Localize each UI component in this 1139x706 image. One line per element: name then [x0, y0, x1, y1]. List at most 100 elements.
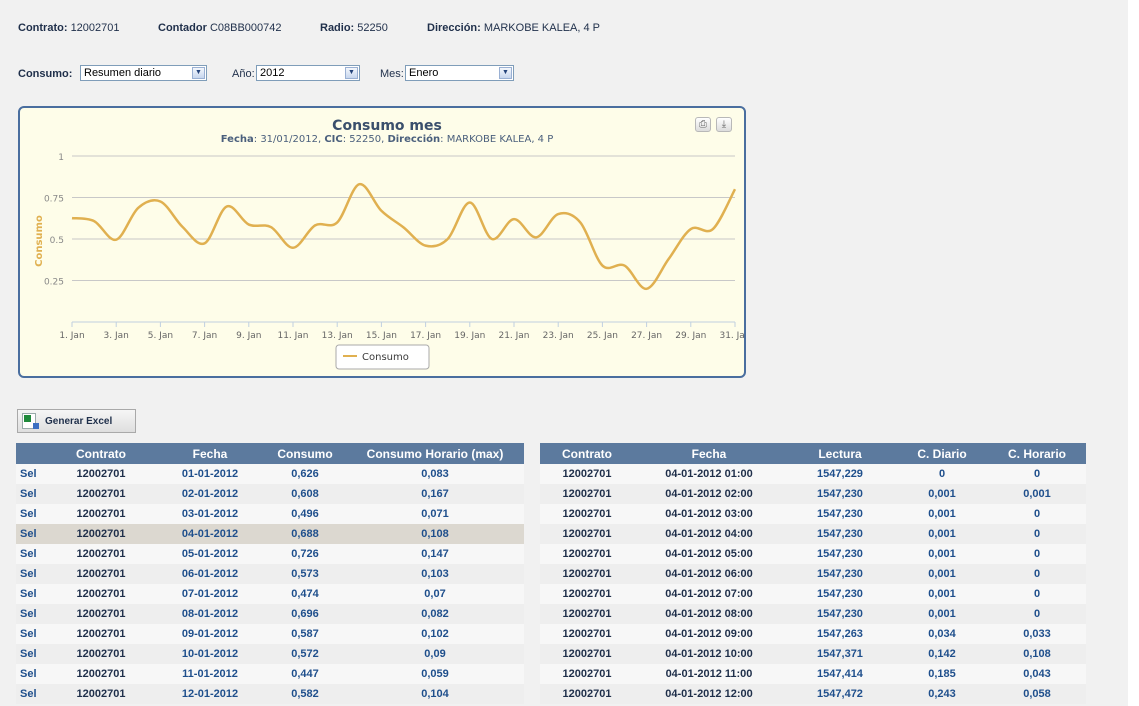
table-cell: 0	[988, 524, 1086, 544]
table-row[interactable]: Sel 12002701 05-01-2012 0,726 0,147	[16, 544, 524, 564]
table-cell: 04-01-2012 01:00	[634, 464, 784, 484]
direccion-info: Dirección: MARKOBE KALEA, 4 P	[427, 22, 600, 34]
column-header[interactable]: Consumo	[264, 443, 346, 464]
table-cell: 0,608	[264, 484, 346, 504]
table-row[interactable]: Sel 12002701 10-01-2012 0,572 0,09	[16, 644, 524, 664]
legend-label[interactable]: Consumo	[362, 352, 409, 363]
x-tick-label: 5. Jan	[148, 331, 173, 341]
chart-ylabel: Consumo	[34, 215, 45, 267]
select-row-link[interactable]: Sel	[16, 464, 46, 484]
table-cell: 0,001	[896, 524, 988, 544]
select-row-link[interactable]: Sel	[16, 624, 46, 644]
select-row-link[interactable]: Sel	[16, 564, 46, 584]
y-tick-label: 1	[58, 153, 64, 163]
table-cell: 0,103	[346, 564, 524, 584]
table-row[interactable]: Sel 12002701 12-01-2012 0,582 0,104	[16, 684, 524, 704]
direccion-value: MARKOBE KALEA, 4 P	[483, 22, 601, 34]
chevron-down-icon[interactable]: ▼	[192, 67, 205, 79]
table-cell: 04-01-2012 06:00	[634, 564, 784, 584]
table-row: 12002701 04-01-2012 09:00 1547,263 0,034 0,0…	[540, 624, 1086, 644]
table-cell: 0,587	[264, 624, 346, 644]
generate-excel-label: Generar Excel	[45, 416, 113, 427]
table-cell: 04-01-2012 09:00	[634, 624, 784, 644]
x-tick-label: 29. Jan	[675, 331, 706, 341]
table-cell: 04-01-2012 12:00	[634, 684, 784, 704]
table-cell: 0,447	[264, 664, 346, 684]
table-cell: 12-01-2012	[156, 684, 264, 704]
select-row-link[interactable]: Sel	[16, 684, 46, 704]
column-header[interactable]: C. Horario	[988, 443, 1086, 464]
table-row: 12002701 04-01-2012 08:00 1547,230 0,001 0	[540, 604, 1086, 624]
table-cell: 0	[988, 544, 1086, 564]
column-header[interactable]: Fecha	[156, 443, 264, 464]
table-cell: 12002701	[540, 564, 634, 584]
column-header[interactable]: Lectura	[784, 443, 896, 464]
column-header[interactable]: Contrato	[46, 443, 156, 464]
column-header[interactable]: Contrato	[540, 443, 634, 464]
select-row-link[interactable]: Sel	[16, 484, 46, 504]
select-row-link[interactable]: Sel	[16, 604, 46, 624]
table-row: 12002701 04-01-2012 02:00 1547,230 0,001 0,0…	[540, 484, 1086, 504]
y-tick-label: 0.75	[44, 195, 64, 205]
subtitle-cic-label: CIC	[324, 134, 342, 145]
mes-filter-label: Mes:	[380, 68, 404, 80]
table-cell: 0,142	[896, 644, 988, 664]
table-row[interactable]: Sel 12002701 07-01-2012 0,474 0,07	[16, 584, 524, 604]
select-row-link[interactable]: Sel	[16, 524, 46, 544]
radio-value: 52250	[357, 22, 388, 34]
table-row[interactable]: Sel 12002701 08-01-2012 0,696 0,082	[16, 604, 524, 624]
table-row[interactable]: Sel 12002701 01-01-2012 0,626 0,083	[16, 464, 524, 484]
select-row-link[interactable]: Sel	[16, 504, 46, 524]
table-cell: 04-01-2012 02:00	[634, 484, 784, 504]
table-cell: 04-01-2012 05:00	[634, 544, 784, 564]
x-tick-label: 31. Jan	[719, 331, 744, 341]
table-row[interactable]: Sel 12002701 02-01-2012 0,608 0,167	[16, 484, 524, 504]
table-cell: 12002701	[540, 504, 634, 524]
x-tick-label: 1. Jan	[59, 331, 84, 341]
table-cell: 12002701	[46, 564, 156, 584]
table-cell: 0,108	[988, 644, 1086, 664]
table-row[interactable]: Sel 12002701 03-01-2012 0,496 0,071	[16, 504, 524, 524]
chevron-down-icon[interactable]: ▼	[499, 67, 512, 79]
table-row: 12002701 04-01-2012 04:00 1547,230 0,001 0	[540, 524, 1086, 544]
table-row[interactable]: Sel 12002701 11-01-2012 0,447 0,059	[16, 664, 524, 684]
table-row[interactable]: Sel 12002701 06-01-2012 0,573 0,103	[16, 564, 524, 584]
direccion-label: Dirección:	[427, 22, 481, 34]
mes-select[interactable]: Enero ▼	[405, 65, 514, 81]
select-row-link[interactable]: Sel	[16, 544, 46, 564]
subtitle-cic-value: : 52250,	[343, 134, 388, 145]
series-line-consumo[interactable]	[71, 182, 737, 291]
column-header[interactable]	[16, 443, 46, 464]
table-cell: 1547,230	[784, 524, 896, 544]
chevron-down-icon[interactable]: ▼	[345, 67, 358, 79]
select-row-link[interactable]: Sel	[16, 644, 46, 664]
contrato-info: Contrato: 12002701	[18, 22, 120, 34]
table-row[interactable]: Sel 12002701 09-01-2012 0,587 0,102	[16, 624, 524, 644]
generate-excel-button[interactable]: Generar Excel	[17, 409, 136, 433]
print-icon: ⎙	[699, 119, 707, 130]
column-header[interactable]: Fecha	[634, 443, 784, 464]
table-cell: 1547,230	[784, 564, 896, 584]
table-row: 12002701 04-01-2012 05:00 1547,230 0,001 0	[540, 544, 1086, 564]
export-button[interactable]: ⤓	[716, 117, 732, 132]
column-header[interactable]: Consumo Horario (max)	[346, 443, 524, 464]
table-cell: 0,108	[346, 524, 524, 544]
table-cell: 1547,230	[784, 604, 896, 624]
select-row-link[interactable]: Sel	[16, 664, 46, 684]
subtitle-fecha-label: Fecha	[221, 134, 254, 145]
table-cell: 1547,230	[784, 484, 896, 504]
print-button[interactable]: ⎙	[695, 117, 711, 132]
table-cell: 12002701	[46, 504, 156, 524]
table-cell: 1547,263	[784, 624, 896, 644]
x-tick-label: 7. Jan	[192, 331, 217, 341]
table-header-row: Contrato Fecha Lectura C. Diario C. Horario	[540, 443, 1086, 464]
column-header[interactable]: C. Diario	[896, 443, 988, 464]
table-cell: 0,001	[896, 504, 988, 524]
table-cell: 09-01-2012	[156, 624, 264, 644]
select-row-link[interactable]: Sel	[16, 584, 46, 604]
table-cell: 12002701	[540, 464, 634, 484]
table-row[interactable]: Sel 12002701 04-01-2012 0,688 0,108	[16, 524, 524, 544]
table-cell: 12002701	[540, 524, 634, 544]
anio-select[interactable]: 2012 ▼	[256, 65, 360, 81]
consumo-select[interactable]: Resumen diario ▼	[80, 65, 207, 81]
